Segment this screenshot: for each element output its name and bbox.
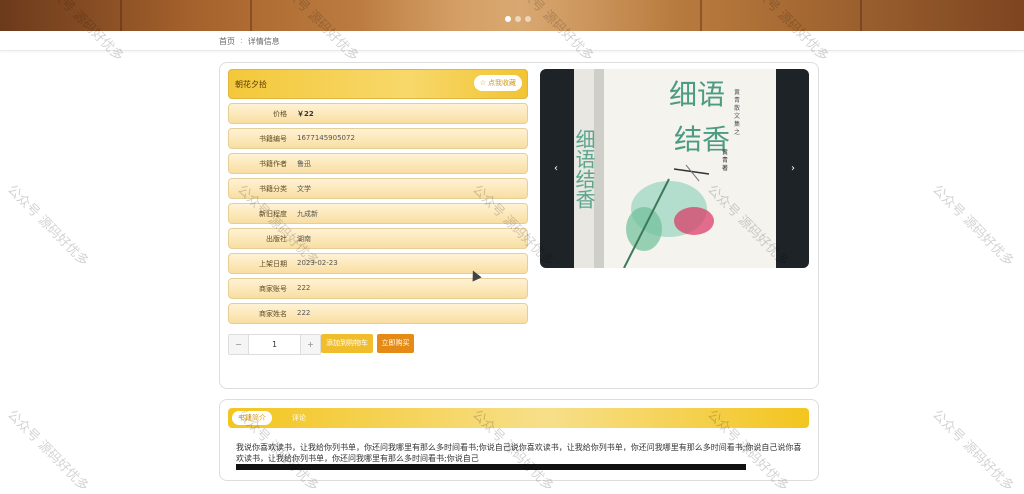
quantity-stepper: − 1 +	[228, 334, 321, 355]
add-to-cart-button[interactable]: 添加到购物车	[321, 334, 373, 353]
field-label: 书籍作者	[259, 160, 287, 168]
field-row-publisher: 出版社 湖南	[228, 228, 528, 249]
field-row-condition: 新旧程度 九成新	[228, 203, 528, 224]
watermark: 公众号 源码好优多	[4, 182, 92, 270]
intro-media	[236, 464, 746, 470]
watermark: 公众号 源码好优多	[4, 407, 92, 494]
field-label: 书籍分类	[259, 185, 287, 193]
breadcrumb-bar: 首页 : 详情信息	[0, 31, 1024, 51]
banner-plank	[700, 0, 702, 31]
buy-now-button[interactable]: 立即购买	[377, 334, 414, 353]
field-value: 222	[297, 309, 311, 317]
favorite-button[interactable]: ☆ 点我收藏	[473, 75, 522, 91]
banner-plank	[860, 0, 862, 31]
quantity-input[interactable]: 1	[248, 335, 301, 354]
field-value: ￥22	[297, 110, 314, 118]
breadcrumb-current: 详情信息	[247, 37, 280, 46]
carousel-dot[interactable]	[505, 16, 511, 22]
carousel-next-button[interactable]: ›	[785, 159, 801, 179]
breadcrumb: 首页 : 详情信息	[219, 36, 280, 47]
cover-series: 黄 青 散 文 集 之	[733, 88, 740, 136]
field-label: 商家姓名	[259, 310, 287, 318]
product-image-carousel: 细语结香 细语 结香 黄 青 散 文 集 之 黄 青 著 ‹ ›	[540, 69, 809, 268]
field-row-category: 书籍分类 文学	[228, 178, 528, 199]
cover-author: 黄 青 著	[721, 148, 728, 172]
field-value: 九成新	[297, 210, 318, 218]
banner-plank	[250, 0, 252, 31]
watermark: 公众号 源码好优多	[929, 407, 1017, 494]
tab-comments[interactable]: 评论	[286, 411, 312, 425]
detail-card: 书籍简介 评论 我说你喜欢读书，让我给你列书单，你还问我哪里有那么多时间看书;你…	[219, 399, 819, 481]
carousel-dot[interactable]	[525, 16, 531, 22]
star-icon: ☆	[479, 79, 486, 87]
field-value: 鲁迅	[297, 160, 311, 168]
favorite-label: 点我收藏	[488, 79, 516, 87]
product-card: 朝花夕拾 ☆ 点我收藏 价格 ￥22 书籍编号 1677145905072 书籍…	[219, 62, 819, 389]
field-row-book-id: 书籍编号 1677145905072	[228, 128, 528, 149]
field-row-listed-date: 上架日期 2023-02-23	[228, 253, 528, 274]
cover-title-part1: 细语	[669, 78, 725, 111]
field-value: 文学	[297, 185, 311, 193]
field-value: 1677145905072	[297, 134, 355, 142]
cover-spine-title: 细语结香	[574, 129, 596, 209]
increment-button[interactable]: +	[301, 335, 320, 354]
carousel-dot[interactable]	[515, 16, 521, 22]
detail-tab-bar: 书籍简介 评论	[228, 408, 809, 428]
cover-artwork: 细语结香 细语 结香 黄 青 散 文 集 之 黄 青 著	[574, 78, 740, 268]
field-row-author: 书籍作者 鲁迅	[228, 153, 528, 174]
field-label: 出版社	[266, 235, 287, 243]
field-value: 湖南	[297, 235, 311, 243]
hero-banner	[0, 0, 1024, 31]
product-title: 朝花夕拾	[235, 80, 267, 89]
watermark: 公众号 源码好优多	[929, 182, 1017, 270]
breadcrumb-home[interactable]: 首页	[219, 36, 235, 47]
field-value: 2023-02-23	[297, 259, 338, 267]
field-value: 222	[297, 284, 311, 292]
carousel-prev-button[interactable]: ‹	[548, 159, 564, 179]
carousel-dots	[505, 16, 531, 22]
product-title-bar: 朝花夕拾 ☆ 点我收藏	[228, 69, 528, 99]
field-row-seller-account: 商家账号 222	[228, 278, 528, 299]
field-label: 商家账号	[259, 285, 287, 293]
field-label: 上架日期	[259, 260, 287, 268]
breadcrumb-separator: :	[240, 36, 243, 45]
field-label: 新旧程度	[259, 210, 287, 218]
field-row-price: 价格 ￥22	[228, 103, 528, 124]
book-cover-image: 细语结香 细语 结香 黄 青 散 文 集 之 黄 青 著	[574, 69, 776, 268]
book-intro-text: 我说你喜欢读书，让我给你列书单，你还问我哪里有那么多时间看书;你说自己说你喜欢读…	[236, 443, 802, 463]
field-label: 书籍编号	[259, 135, 287, 143]
decrement-button[interactable]: −	[229, 335, 248, 354]
banner-plank	[120, 0, 122, 31]
tab-book-intro[interactable]: 书籍简介	[232, 411, 272, 425]
field-row-seller-name: 商家姓名 222	[228, 303, 528, 324]
field-label: 价格	[273, 110, 287, 118]
